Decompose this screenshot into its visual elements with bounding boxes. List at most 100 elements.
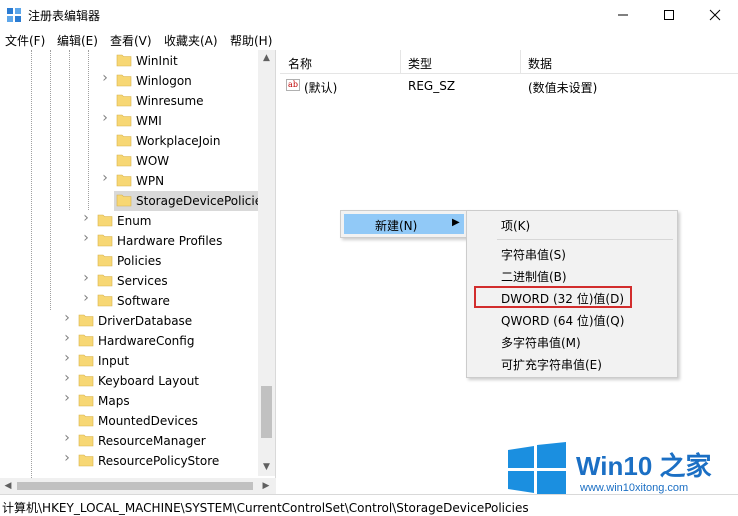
tree-item[interactable]: › ResourcePolicyStore xyxy=(0,451,258,471)
tree-item[interactable]: › Services xyxy=(0,271,258,291)
tree-item-label: MountedDevices xyxy=(98,414,198,428)
tree-item[interactable]: › Software xyxy=(0,291,258,311)
tree-item[interactable]: › Input xyxy=(0,351,258,371)
folder-icon xyxy=(116,94,132,107)
scroll-left-arrow-icon[interactable]: ◀ xyxy=(0,478,16,494)
folder-icon xyxy=(78,394,94,407)
tree-item-label: WinInit xyxy=(136,54,178,68)
chevron-right-icon[interactable]: › xyxy=(62,391,72,405)
tree-item[interactable]: Winresume xyxy=(0,91,258,111)
tree-item[interactable]: › Hardware Profiles xyxy=(0,231,258,251)
scroll-thumb[interactable] xyxy=(261,386,272,438)
tree-item[interactable]: › HardwareConfig xyxy=(0,331,258,351)
minimize-button[interactable] xyxy=(600,0,646,30)
scroll-right-arrow-icon[interactable]: ▶ xyxy=(258,478,274,494)
folder-icon xyxy=(116,74,132,87)
column-header: 名称 类型 数据 xyxy=(280,50,738,74)
menu-item-new[interactable]: 新建(N) xyxy=(375,217,417,234)
close-icon xyxy=(709,9,721,21)
tree-item[interactable]: WorkplaceJoin xyxy=(0,131,258,151)
tree-item-label: Policies xyxy=(117,254,162,268)
minimize-icon xyxy=(618,14,628,16)
tree-item[interactable]: StorageDevicePolicie xyxy=(0,191,262,211)
menu-item-expandable-string-value[interactable]: 可扩充字符串值(E) xyxy=(501,356,602,373)
tree-item[interactable]: › Winlogon xyxy=(0,71,258,91)
column-type[interactable]: 类型 xyxy=(408,55,432,72)
folder-icon xyxy=(116,154,132,167)
folder-icon xyxy=(97,214,113,227)
string-value-icon: ab xyxy=(286,79,300,91)
chevron-right-icon[interactable]: › xyxy=(81,211,91,225)
scroll-thumb[interactable] xyxy=(17,482,253,490)
menu-item-multi-string-value[interactable]: 多字符串值(M) xyxy=(501,334,581,351)
chevron-right-icon[interactable]: › xyxy=(62,311,72,325)
tree-item-label: Hardware Profiles xyxy=(117,234,223,248)
tree-item-label: Software xyxy=(117,294,170,308)
chevron-right-icon[interactable]: › xyxy=(62,351,72,365)
chevron-right-icon[interactable]: › xyxy=(62,371,72,385)
table-row[interactable]: ab (默认) REG_SZ (数值未设置) xyxy=(280,76,738,96)
tree-item-label: ResourcePolicyStore xyxy=(98,454,220,468)
chevron-right-icon[interactable]: › xyxy=(100,111,110,125)
maximize-button[interactable] xyxy=(646,0,692,30)
tree-item[interactable]: WinInit xyxy=(0,51,258,71)
column-data[interactable]: 数据 xyxy=(528,55,552,72)
menu-bar: 文件(F) 编辑(E) 查看(V) 收藏夹(A) 帮助(H) xyxy=(0,30,738,50)
window-title: 注册表编辑器 xyxy=(28,9,101,23)
chevron-right-icon[interactable]: › xyxy=(62,451,72,465)
chevron-right-icon[interactable]: › xyxy=(62,431,72,445)
tree-item[interactable]: Policies xyxy=(0,251,258,271)
chevron-right-icon[interactable]: › xyxy=(100,71,110,85)
menu-item-key[interactable]: 项(K) xyxy=(501,217,530,234)
folder-icon xyxy=(116,114,132,127)
tree-item[interactable]: › Maps xyxy=(0,391,258,411)
tree-item-label: Services xyxy=(117,274,168,288)
scroll-down-arrow-icon[interactable]: ▼ xyxy=(258,459,275,476)
folder-icon xyxy=(97,234,113,247)
tree-item[interactable]: › ResourceManager xyxy=(0,431,258,451)
menu-favorites[interactable]: 收藏夹(A) xyxy=(164,32,218,49)
column-name[interactable]: 名称 xyxy=(288,55,312,72)
title-bar: 注册表编辑器 xyxy=(0,0,738,30)
close-button[interactable] xyxy=(692,0,738,30)
tree-item-label: WorkplaceJoin xyxy=(136,134,221,148)
folder-icon xyxy=(78,414,94,427)
registry-tree[interactable]: WinInit › Winlogon Winresume › WMI WorkplaceJo… xyxy=(0,50,276,478)
menu-file[interactable]: 文件(F) xyxy=(5,32,45,49)
submenu-arrow-icon: ▶ xyxy=(452,217,460,228)
tree-item[interactable]: MountedDevices xyxy=(0,411,258,431)
tree-item[interactable]: › Keyboard Layout xyxy=(0,371,258,391)
tree-item[interactable]: WOW xyxy=(0,151,258,171)
tree-item[interactable]: › DriverDatabase xyxy=(0,311,258,331)
watermark: Win10 之家 www.win10xitong.com xyxy=(506,442,732,500)
tree-item[interactable]: › Enum xyxy=(0,211,258,231)
tree-item-label: Keyboard Layout xyxy=(98,374,200,388)
menu-view[interactable]: 查看(V) xyxy=(110,32,152,49)
folder-icon xyxy=(78,434,94,447)
scroll-up-arrow-icon[interactable]: ▲ xyxy=(258,50,275,67)
folder-icon xyxy=(97,254,113,267)
chevron-right-icon[interactable]: › xyxy=(81,291,91,305)
folder-icon xyxy=(116,134,132,147)
chevron-right-icon[interactable]: › xyxy=(100,171,110,185)
chevron-right-icon[interactable]: › xyxy=(81,271,91,285)
windows-logo-icon xyxy=(508,442,566,498)
chevron-right-icon[interactable]: › xyxy=(62,331,72,345)
menu-item-string-value[interactable]: 字符串值(S) xyxy=(501,246,566,263)
tree-item[interactable]: › WPN xyxy=(0,171,258,191)
menu-item-qword-value[interactable]: QWORD (64 位)值(Q) xyxy=(501,312,624,329)
menu-help[interactable]: 帮助(H) xyxy=(230,32,272,49)
folder-icon xyxy=(78,374,94,387)
folder-icon xyxy=(116,54,132,67)
tree-item-label: Winresume xyxy=(136,94,204,108)
tree-item-label: WPN xyxy=(136,174,165,188)
menu-edit[interactable]: 编辑(E) xyxy=(57,32,98,49)
tree-item[interactable]: › WMI xyxy=(0,111,258,131)
tree-vertical-scrollbar[interactable]: ▲ ▼ xyxy=(258,50,275,476)
chevron-right-icon[interactable]: › xyxy=(81,231,91,245)
column-divider[interactable] xyxy=(520,50,521,74)
tree-horizontal-scrollbar[interactable]: ◀ ▶ xyxy=(0,478,276,494)
status-bar: 计算机\HKEY_LOCAL_MACHINE\SYSTEM\CurrentCon… xyxy=(0,494,738,516)
menu-item-binary-value[interactable]: 二进制值(B) xyxy=(501,268,567,285)
column-divider[interactable] xyxy=(400,50,401,74)
